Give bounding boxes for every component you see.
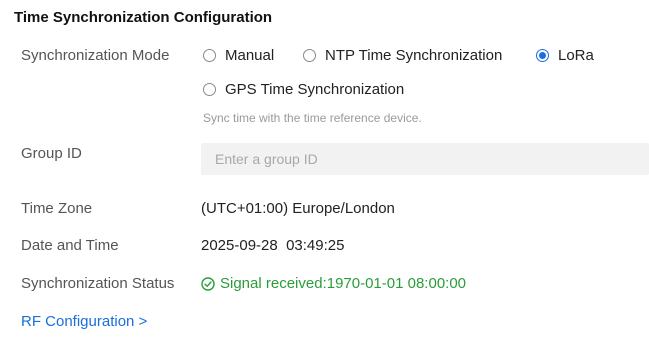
radio-label-gps: GPS Time Synchronization <box>225 81 405 98</box>
radio-lora[interactable]: LoRa <box>536 47 594 64</box>
section-title: Time Synchronization Configuration <box>14 9 273 26</box>
time-zone-label: Time Zone <box>21 200 93 217</box>
check-circle-icon <box>201 276 215 291</box>
group-id-label: Group ID <box>21 145 82 162</box>
sync-mode-hint: Sync time with the time reference device… <box>203 111 422 125</box>
sync-status-label: Synchronization Status <box>21 275 175 292</box>
radio-circle-icon[interactable] <box>203 83 216 96</box>
time-zone-value: (UTC+01:00) Europe/London <box>201 200 395 217</box>
radio-circle-icon[interactable] <box>303 49 316 62</box>
date-time-label: Date and Time <box>21 237 119 254</box>
rf-configuration-link[interactable]: RF Configuration > <box>21 313 147 330</box>
radio-gps[interactable]: GPS Time Synchronization <box>203 81 404 98</box>
sync-status: Signal received:1970-01-01 08:00:00 <box>201 275 466 292</box>
radio-manual[interactable]: Manual <box>203 47 274 64</box>
sync-status-value: Signal received:1970-01-01 08:00:00 <box>220 275 467 292</box>
radio-label-manual: Manual <box>225 47 275 64</box>
radio-circle-icon[interactable] <box>203 49 216 62</box>
date-time-value: 2025-09-28 03:49:25 <box>201 237 345 254</box>
radio-selected-icon[interactable] <box>536 49 549 62</box>
radio-ntp[interactable]: NTP Time Synchronization <box>303 47 502 64</box>
radio-label-lora: LoRa <box>558 47 594 64</box>
group-id-input[interactable] <box>201 143 649 175</box>
radio-label-ntp: NTP Time Synchronization <box>325 47 503 64</box>
sync-mode-label: Synchronization Mode <box>21 47 170 64</box>
